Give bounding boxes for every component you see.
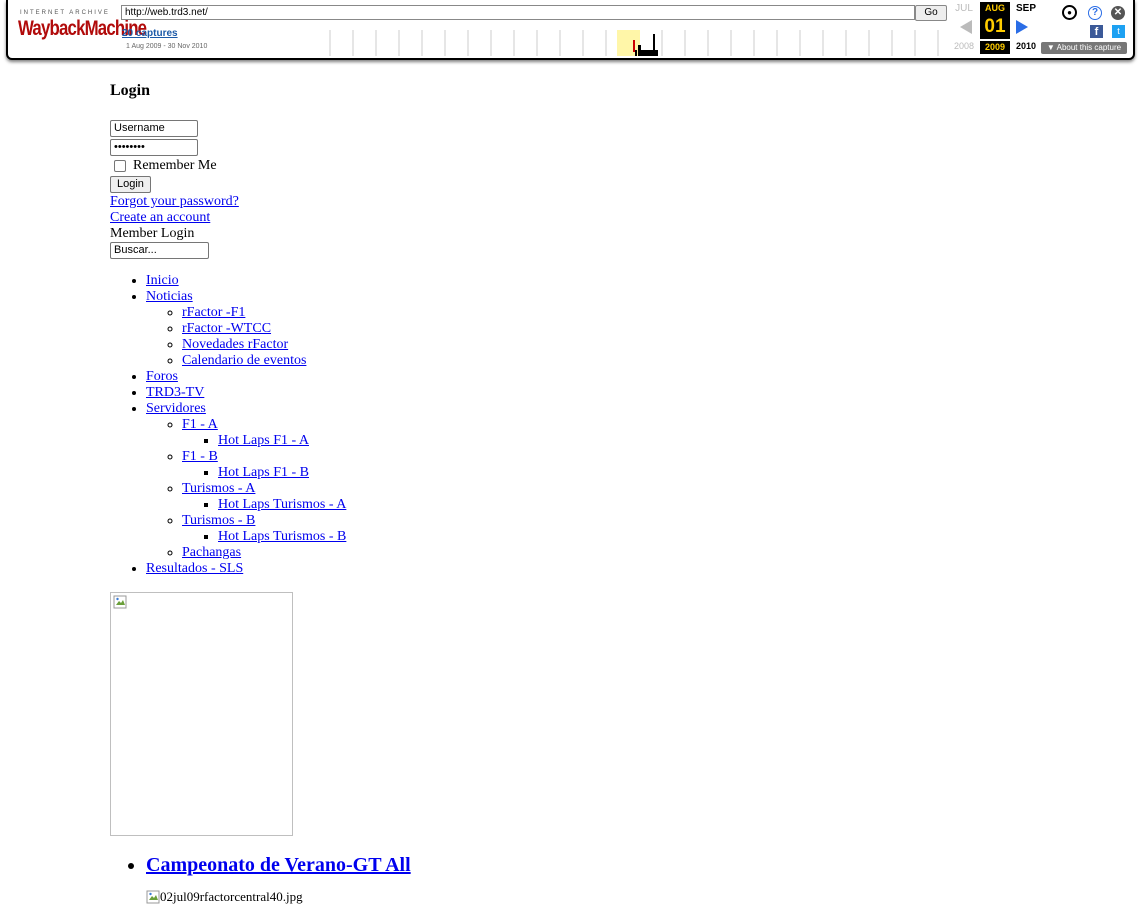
search-input[interactable]: Buscar... bbox=[110, 242, 209, 259]
menu-item: Noticias rFactor -F1 rFactor -WTCC Noved… bbox=[146, 289, 1010, 369]
help-icon[interactable]: ? bbox=[1088, 6, 1102, 20]
forgot-password-link[interactable]: Forgot your password? bbox=[110, 194, 239, 209]
remember-me-row: Remember Me bbox=[110, 158, 1010, 174]
capture-sparkline[interactable] bbox=[318, 30, 950, 56]
next-capture-arrow-icon[interactable] bbox=[1016, 20, 1028, 34]
broken-image-icon bbox=[113, 595, 127, 609]
go-button[interactable]: Go bbox=[915, 5, 947, 21]
next-month[interactable]: SEP bbox=[1011, 3, 1041, 14]
prev-capture-arrow-icon[interactable] bbox=[960, 20, 972, 34]
menu-item: Resultados - SLS bbox=[146, 561, 1010, 577]
menu-link-pachangas[interactable]: Pachangas bbox=[182, 545, 241, 560]
password-input[interactable]: •••••••• bbox=[110, 139, 198, 156]
menu-link-f1-b[interactable]: F1 - B bbox=[182, 449, 218, 464]
user-icon[interactable]: ● bbox=[1062, 5, 1077, 20]
broken-image-placeholder bbox=[110, 592, 293, 836]
menu-link-foros[interactable]: Foros bbox=[146, 369, 178, 384]
menu-link-hotlaps-f1-a[interactable]: Hot Laps F1 - A bbox=[218, 433, 309, 448]
page-content: Login Username •••••••• Remember Me Logi… bbox=[110, 80, 1010, 905]
article-image-alt: 02jul09rfactorcentral40.jpg bbox=[160, 889, 303, 904]
create-account-link[interactable]: Create an account bbox=[110, 210, 210, 225]
article-list: Campeonato de Verano-GT All bbox=[110, 854, 1010, 877]
prev-month[interactable]: JUL bbox=[949, 3, 979, 14]
prev-year[interactable]: 2008 bbox=[949, 41, 979, 51]
current-day: 01 bbox=[980, 15, 1010, 39]
menu-link-rfactor-f1[interactable]: rFactor -F1 bbox=[182, 305, 245, 320]
facebook-icon[interactable]: f bbox=[1090, 25, 1103, 38]
menu-link-turismos-b[interactable]: Turismos - B bbox=[182, 513, 255, 528]
menu-item: TRD3-TV bbox=[146, 385, 1010, 401]
broken-image-icon bbox=[146, 890, 160, 904]
menu-link-trd3tv[interactable]: TRD3-TV bbox=[146, 385, 204, 400]
current-year: 2009 bbox=[980, 41, 1010, 54]
article-image: 02jul09rfactorcentral40.jpg bbox=[146, 889, 1010, 905]
menu-link-rfactor-wtcc[interactable]: rFactor -WTCC bbox=[182, 321, 271, 336]
menu-link-hotlaps-turismos-a[interactable]: Hot Laps Turismos - A bbox=[218, 497, 346, 512]
capture-date-range: 1 Aug 2009 - 30 Nov 2010 bbox=[126, 43, 208, 50]
menu-item: Foros bbox=[146, 369, 1010, 385]
main-menu: Inicio Noticias rFactor -F1 rFactor -WTC… bbox=[110, 273, 1010, 577]
login-heading: Login bbox=[110, 82, 151, 99]
next-year[interactable]: 2010 bbox=[1011, 41, 1041, 51]
article-title-link[interactable]: Campeonato de Verano-GT All bbox=[146, 854, 411, 876]
menu-link-hotlaps-f1-b[interactable]: Hot Laps F1 - B bbox=[218, 465, 309, 480]
menu-link-inicio[interactable]: Inicio bbox=[146, 273, 179, 288]
member-login-text: Member Login bbox=[110, 226, 195, 241]
menu-link-resultados[interactable]: Resultados - SLS bbox=[146, 561, 243, 576]
about-capture-button[interactable]: ▼ About this capture bbox=[1041, 42, 1127, 54]
url-input[interactable]: http://web.trd3.net/ bbox=[121, 5, 915, 20]
close-icon[interactable]: ✕ bbox=[1111, 6, 1125, 20]
username-input[interactable]: Username bbox=[110, 120, 198, 137]
menu-link-novedades[interactable]: Novedades rFactor bbox=[182, 337, 288, 352]
menu-link-hotlaps-turismos-b[interactable]: Hot Laps Turismos - B bbox=[218, 529, 346, 544]
captures-link[interactable]: 20 captures bbox=[122, 28, 178, 39]
wayback-toolbar: INTERNET ARCHIVE WaybackMachine http://w… bbox=[6, 0, 1135, 60]
current-month: AUG bbox=[980, 2, 1010, 15]
menu-link-turismos-a[interactable]: Turismos - A bbox=[182, 481, 255, 496]
menu-item: Servidores F1 - A Hot Laps F1 - A F1 - B… bbox=[146, 401, 1010, 561]
menu-link-calendario[interactable]: Calendario de eventos bbox=[182, 353, 306, 368]
menu-link-noticias[interactable]: Noticias bbox=[146, 289, 193, 304]
login-button[interactable]: Login bbox=[110, 176, 151, 193]
menu-link-servidores[interactable]: Servidores bbox=[146, 401, 206, 416]
menu-link-f1-a[interactable]: F1 - A bbox=[182, 417, 218, 432]
internet-archive-label: INTERNET ARCHIVE bbox=[20, 10, 110, 16]
menu-item: Inicio bbox=[146, 273, 1010, 289]
twitter-icon[interactable]: t bbox=[1112, 25, 1125, 38]
remember-me-label: Remember Me bbox=[133, 158, 217, 173]
remember-me-checkbox[interactable] bbox=[114, 160, 126, 172]
